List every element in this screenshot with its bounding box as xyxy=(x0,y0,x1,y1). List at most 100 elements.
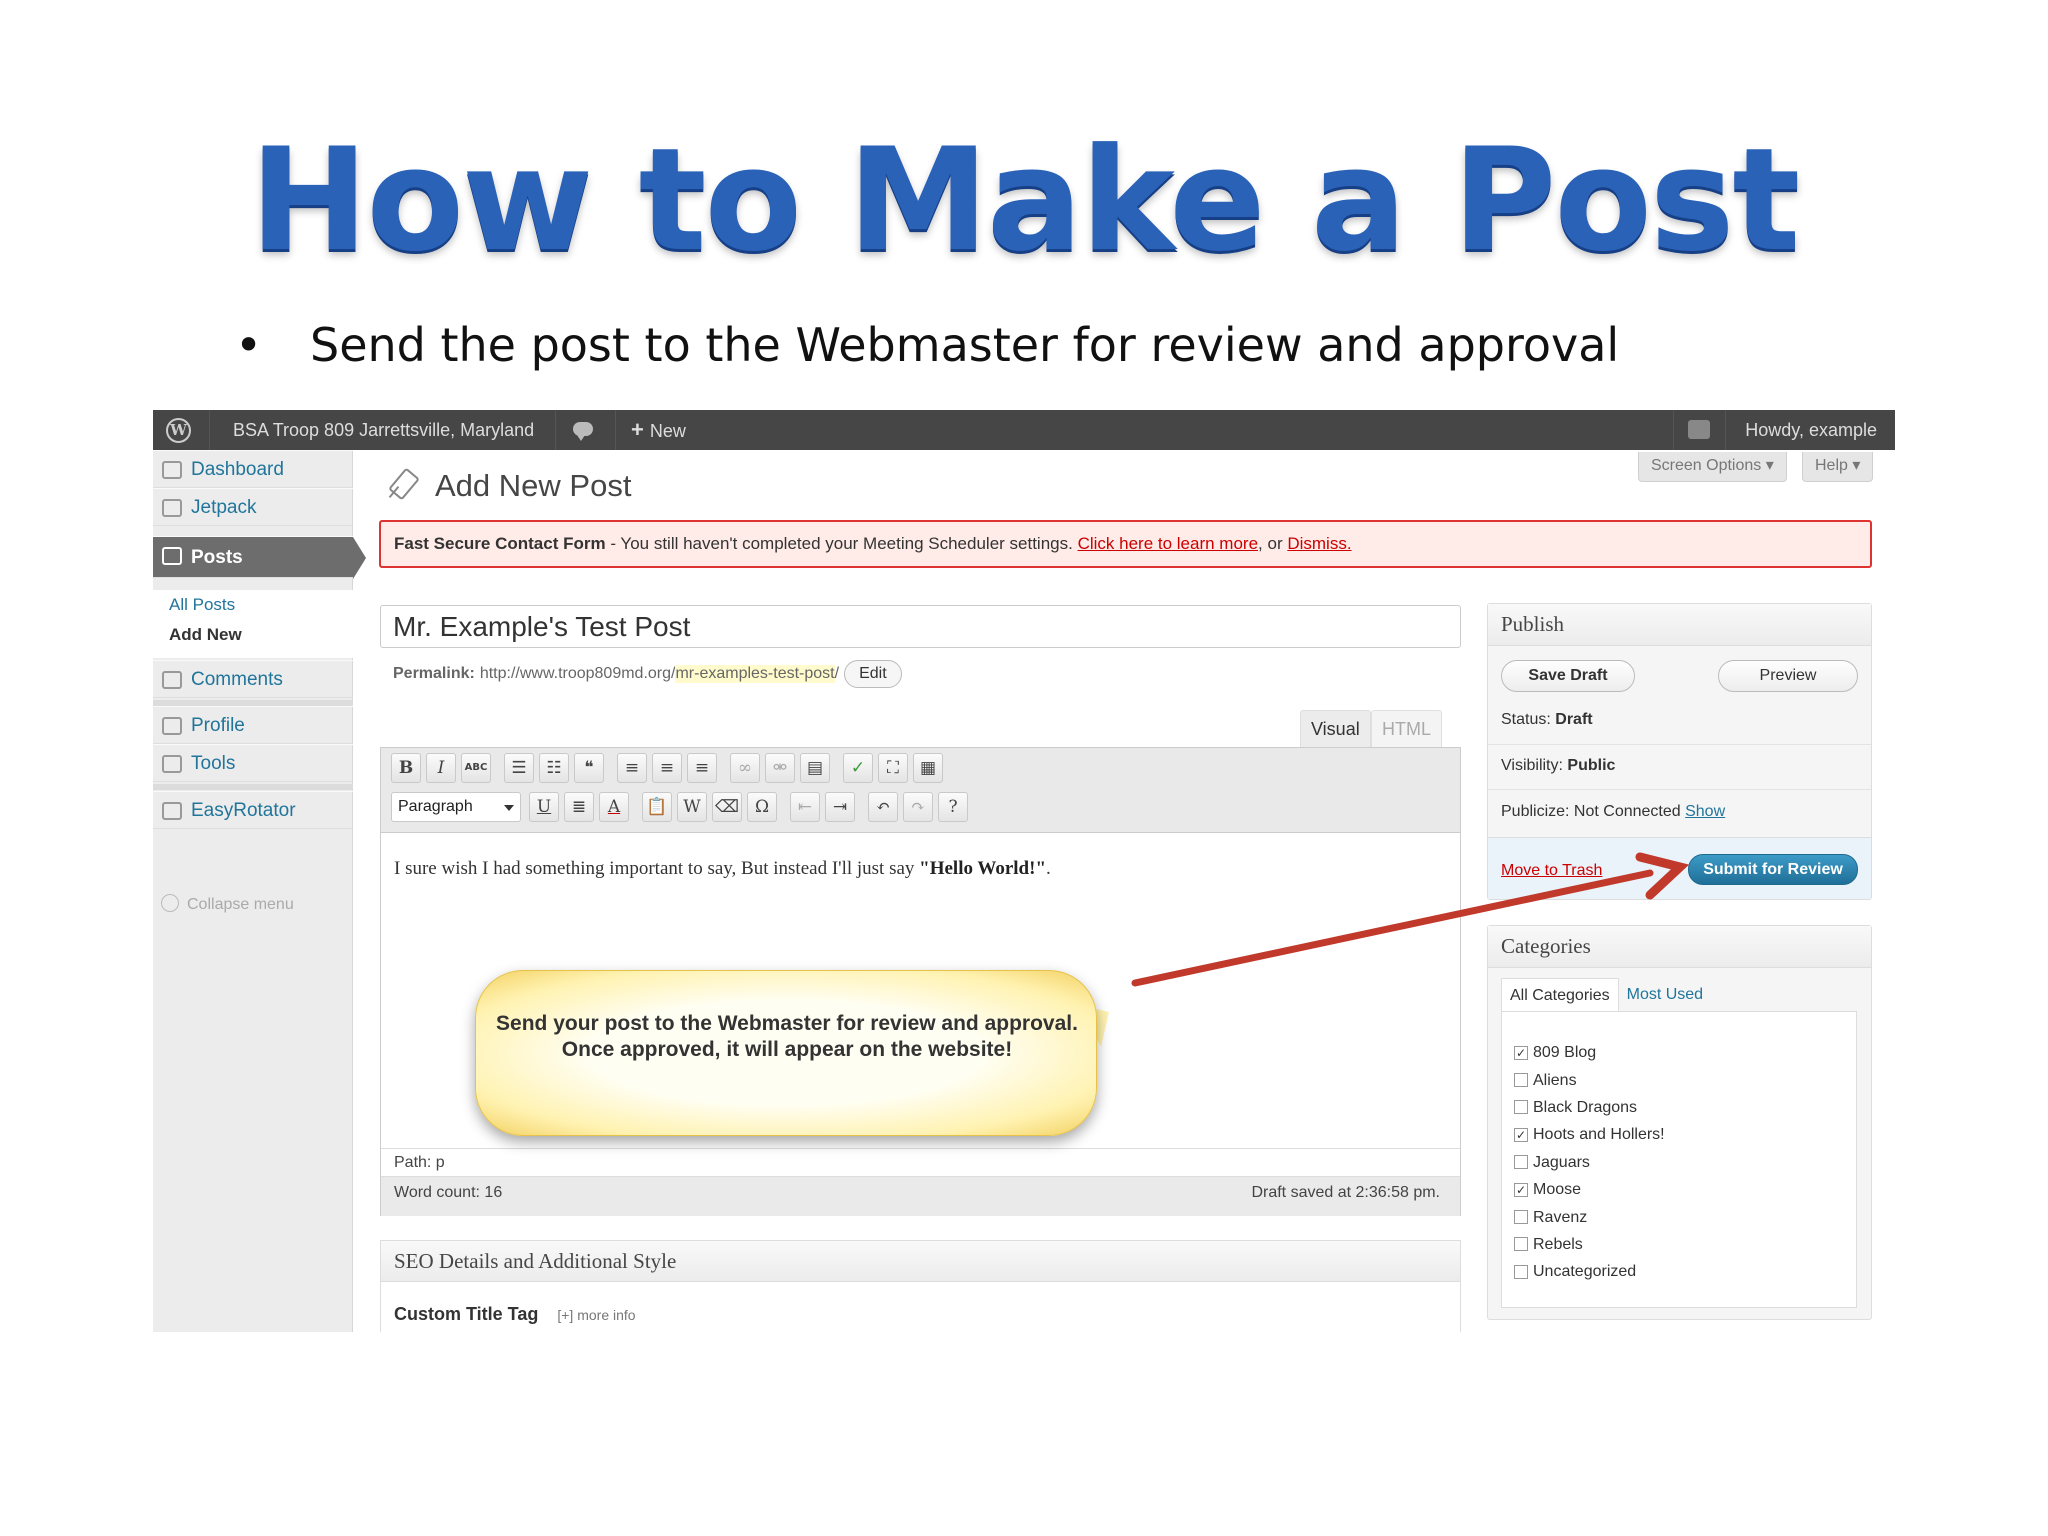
bullet-list-icon[interactable]: ☰ xyxy=(504,753,534,783)
categories-tabs: All Categories Most Used xyxy=(1501,978,1711,1011)
justify-icon[interactable]: ≣ xyxy=(564,792,594,822)
category-checkbox[interactable] xyxy=(1514,1100,1528,1115)
sidebar-item-tools[interactable]: Tools xyxy=(153,744,353,782)
category-item[interactable]: Uncategorized xyxy=(1502,1258,1856,1285)
admin-bar-divider xyxy=(209,410,210,450)
category-item[interactable]: Jaguars xyxy=(1502,1149,1856,1176)
help-icon[interactable]: ? xyxy=(938,792,968,822)
admin-bar-divider xyxy=(1725,410,1726,450)
category-item[interactable]: ✓ Hoots and Hollers! xyxy=(1502,1121,1856,1148)
indent-icon[interactable]: ⇥ xyxy=(825,792,855,822)
categories-heading: Categories xyxy=(1488,926,1871,968)
seo-metabox-heading[interactable]: SEO Details and Additional Style xyxy=(381,1241,1460,1282)
sidebar-item-label: Jetpack xyxy=(191,497,257,518)
category-checkbox[interactable] xyxy=(1514,1264,1528,1279)
link-icon[interactable]: ∞ xyxy=(730,753,760,783)
blockquote-icon[interactable]: ❝ xyxy=(574,753,604,783)
sidebar-item-posts[interactable]: Posts xyxy=(153,536,366,579)
align-right-icon[interactable]: ≡ xyxy=(687,753,717,783)
clear-formatting-icon[interactable]: ⌫ xyxy=(712,792,742,822)
sidebar-item-easyrotator[interactable]: EasyRotator xyxy=(153,791,353,829)
new-content-button[interactable]: + New xyxy=(631,410,686,450)
category-item[interactable]: ✓ Moose xyxy=(1502,1176,1856,1203)
move-to-trash-link[interactable]: Move to Trash xyxy=(1501,862,1602,880)
sidebar-item-dashboard[interactable]: Dashboard xyxy=(153,450,353,488)
category-label: Ravenz xyxy=(1533,1208,1588,1226)
bullet-point: • Send the post to the Webmaster for rev… xyxy=(235,318,1619,372)
site-name-link[interactable]: BSA Troop 809 Jarrettsville, Maryland xyxy=(233,410,534,450)
strikethrough-icon[interactable]: ABC xyxy=(461,753,491,783)
visibility-label: Visibility: xyxy=(1501,757,1563,774)
text-color-icon[interactable]: A xyxy=(599,792,629,822)
unlink-icon[interactable]: ⚮ xyxy=(765,753,795,783)
category-item[interactable]: Aliens xyxy=(1502,1066,1856,1093)
format-select[interactable]: Paragraph xyxy=(391,792,521,822)
tab-html[interactable]: HTML xyxy=(1371,710,1442,747)
numbered-list-icon[interactable]: ☷ xyxy=(539,753,569,783)
editor-content[interactable]: I sure wish I had something important to… xyxy=(394,858,1051,880)
screen-options-button[interactable]: Screen Options ▾ xyxy=(1638,452,1787,482)
wordpress-logo-icon[interactable]: W xyxy=(163,410,195,450)
undo-icon[interactable]: ↶ xyxy=(868,792,898,822)
category-checkbox[interactable]: ✓ xyxy=(1514,1127,1528,1142)
category-checkbox[interactable] xyxy=(1514,1210,1528,1225)
category-label: Uncategorized xyxy=(1533,1263,1637,1281)
align-center-icon[interactable]: ≡ xyxy=(652,753,682,783)
notifications-icon[interactable] xyxy=(1688,410,1714,450)
category-item[interactable]: Rebels xyxy=(1502,1231,1856,1258)
paste-word-icon[interactable]: W xyxy=(677,792,707,822)
spellcheck-icon[interactable]: ✓ xyxy=(843,753,873,783)
category-label: Black Dragons xyxy=(1533,1098,1638,1116)
outdent-icon[interactable]: ⇤ xyxy=(790,792,820,822)
special-character-icon[interactable]: Ω xyxy=(747,792,777,822)
redo-icon[interactable]: ↷ xyxy=(903,792,933,822)
permalink-slug[interactable]: mr-examples-test-post xyxy=(675,665,835,683)
category-checkbox[interactable]: ✓ xyxy=(1514,1182,1528,1197)
category-checkbox[interactable]: ✓ xyxy=(1514,1045,1528,1060)
sidebar-item-comments[interactable]: Comments xyxy=(153,660,353,698)
italic-icon[interactable]: I xyxy=(426,753,456,783)
kitchen-sink-icon[interactable]: ▦ xyxy=(913,753,943,783)
category-checkbox[interactable] xyxy=(1514,1073,1528,1088)
category-label: 809 Blog xyxy=(1533,1044,1597,1062)
edit-permalink-button[interactable]: Edit xyxy=(844,660,902,688)
bold-icon[interactable]: B xyxy=(391,753,421,783)
post-title-input[interactable]: Mr. Example's Test Post xyxy=(380,605,1461,648)
status-value: Draft xyxy=(1555,711,1593,728)
learn-more-link[interactable]: Click here to learn more xyxy=(1078,534,1258,553)
screen-options-label: Screen Options xyxy=(1651,457,1762,474)
preview-button[interactable]: Preview xyxy=(1718,660,1858,692)
submenu-add-new[interactable]: Add New xyxy=(153,620,353,650)
pushpin-icon xyxy=(383,467,421,505)
category-item[interactable]: Ravenz xyxy=(1502,1203,1856,1230)
category-label: Aliens xyxy=(1533,1071,1577,1089)
category-checkbox[interactable] xyxy=(1514,1155,1528,1170)
callout-text: Send your post to the Webmaster for revi… xyxy=(496,1012,1078,1061)
submenu-all-posts[interactable]: All Posts xyxy=(153,590,353,620)
dismiss-link[interactable]: Dismiss. xyxy=(1287,534,1351,553)
publish-metabox: Publish Save Draft Preview Status: Draft… xyxy=(1487,603,1872,900)
save-draft-button[interactable]: Save Draft xyxy=(1501,660,1635,692)
category-checkbox[interactable] xyxy=(1514,1237,1528,1252)
comments-icon[interactable] xyxy=(571,410,601,450)
sidebar-item-label: Profile xyxy=(191,715,245,736)
category-item[interactable]: ✓ 809 Blog xyxy=(1502,1039,1856,1066)
tab-most-used[interactable]: Most Used xyxy=(1619,978,1711,1011)
more-tag-icon[interactable]: ▤ xyxy=(800,753,830,783)
sidebar-item-profile[interactable]: Profile xyxy=(153,706,353,744)
fullscreen-icon[interactable]: ⛶ xyxy=(878,753,908,783)
sidebar-item-label: Posts xyxy=(191,547,243,568)
align-left-icon[interactable]: ≡ xyxy=(617,753,647,783)
more-info-link[interactable]: [+] more info xyxy=(557,1307,635,1323)
tab-all-categories[interactable]: All Categories xyxy=(1501,978,1619,1011)
submit-for-review-button[interactable]: Submit for Review xyxy=(1688,854,1858,885)
collapse-menu-button[interactable]: Collapse menu xyxy=(161,894,294,914)
tab-visual[interactable]: Visual xyxy=(1300,710,1371,747)
publicize-show-link[interactable]: Show xyxy=(1685,803,1725,820)
help-button[interactable]: Help ▾ xyxy=(1802,452,1874,482)
paste-text-icon[interactable]: 📋 xyxy=(642,792,672,822)
howdy-account-menu[interactable]: Howdy, example xyxy=(1745,410,1877,450)
underline-icon[interactable]: U xyxy=(529,792,559,822)
category-item[interactable]: Black Dragons xyxy=(1502,1094,1856,1121)
sidebar-item-jetpack[interactable]: Jetpack xyxy=(153,488,353,526)
